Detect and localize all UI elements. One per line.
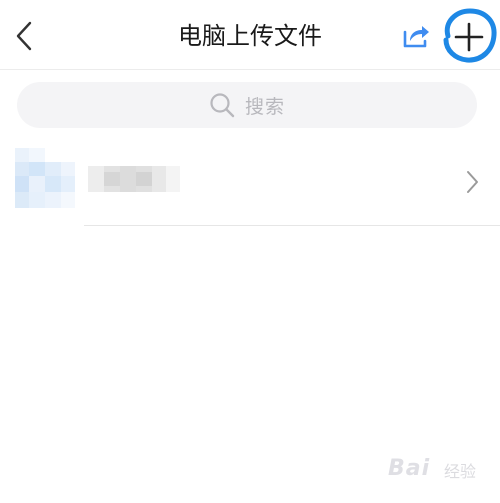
item-name-redacted: [88, 164, 180, 194]
search-bar[interactable]: 搜索: [17, 82, 477, 128]
computer-upload-files-page: 电脑上传文件 搜索 Bai 经验: [0, 0, 500, 503]
search-icon: [210, 93, 235, 118]
chevron-right-icon: [467, 171, 478, 193]
folder-icon: [15, 148, 77, 212]
nav-header: 电脑上传文件: [0, 0, 500, 70]
search-placeholder: 搜索: [244, 95, 285, 118]
share-icon: [403, 26, 429, 48]
add-button[interactable]: [438, 4, 498, 66]
plus-icon: [443, 8, 497, 63]
list-divider: [84, 225, 500, 226]
watermark-sub: 经验: [444, 462, 477, 481]
watermark-logo: Bai 经验: [384, 448, 494, 492]
share-button[interactable]: [398, 19, 432, 53]
list-item[interactable]: [0, 140, 500, 226]
watermark-text: Bai: [388, 456, 431, 481]
